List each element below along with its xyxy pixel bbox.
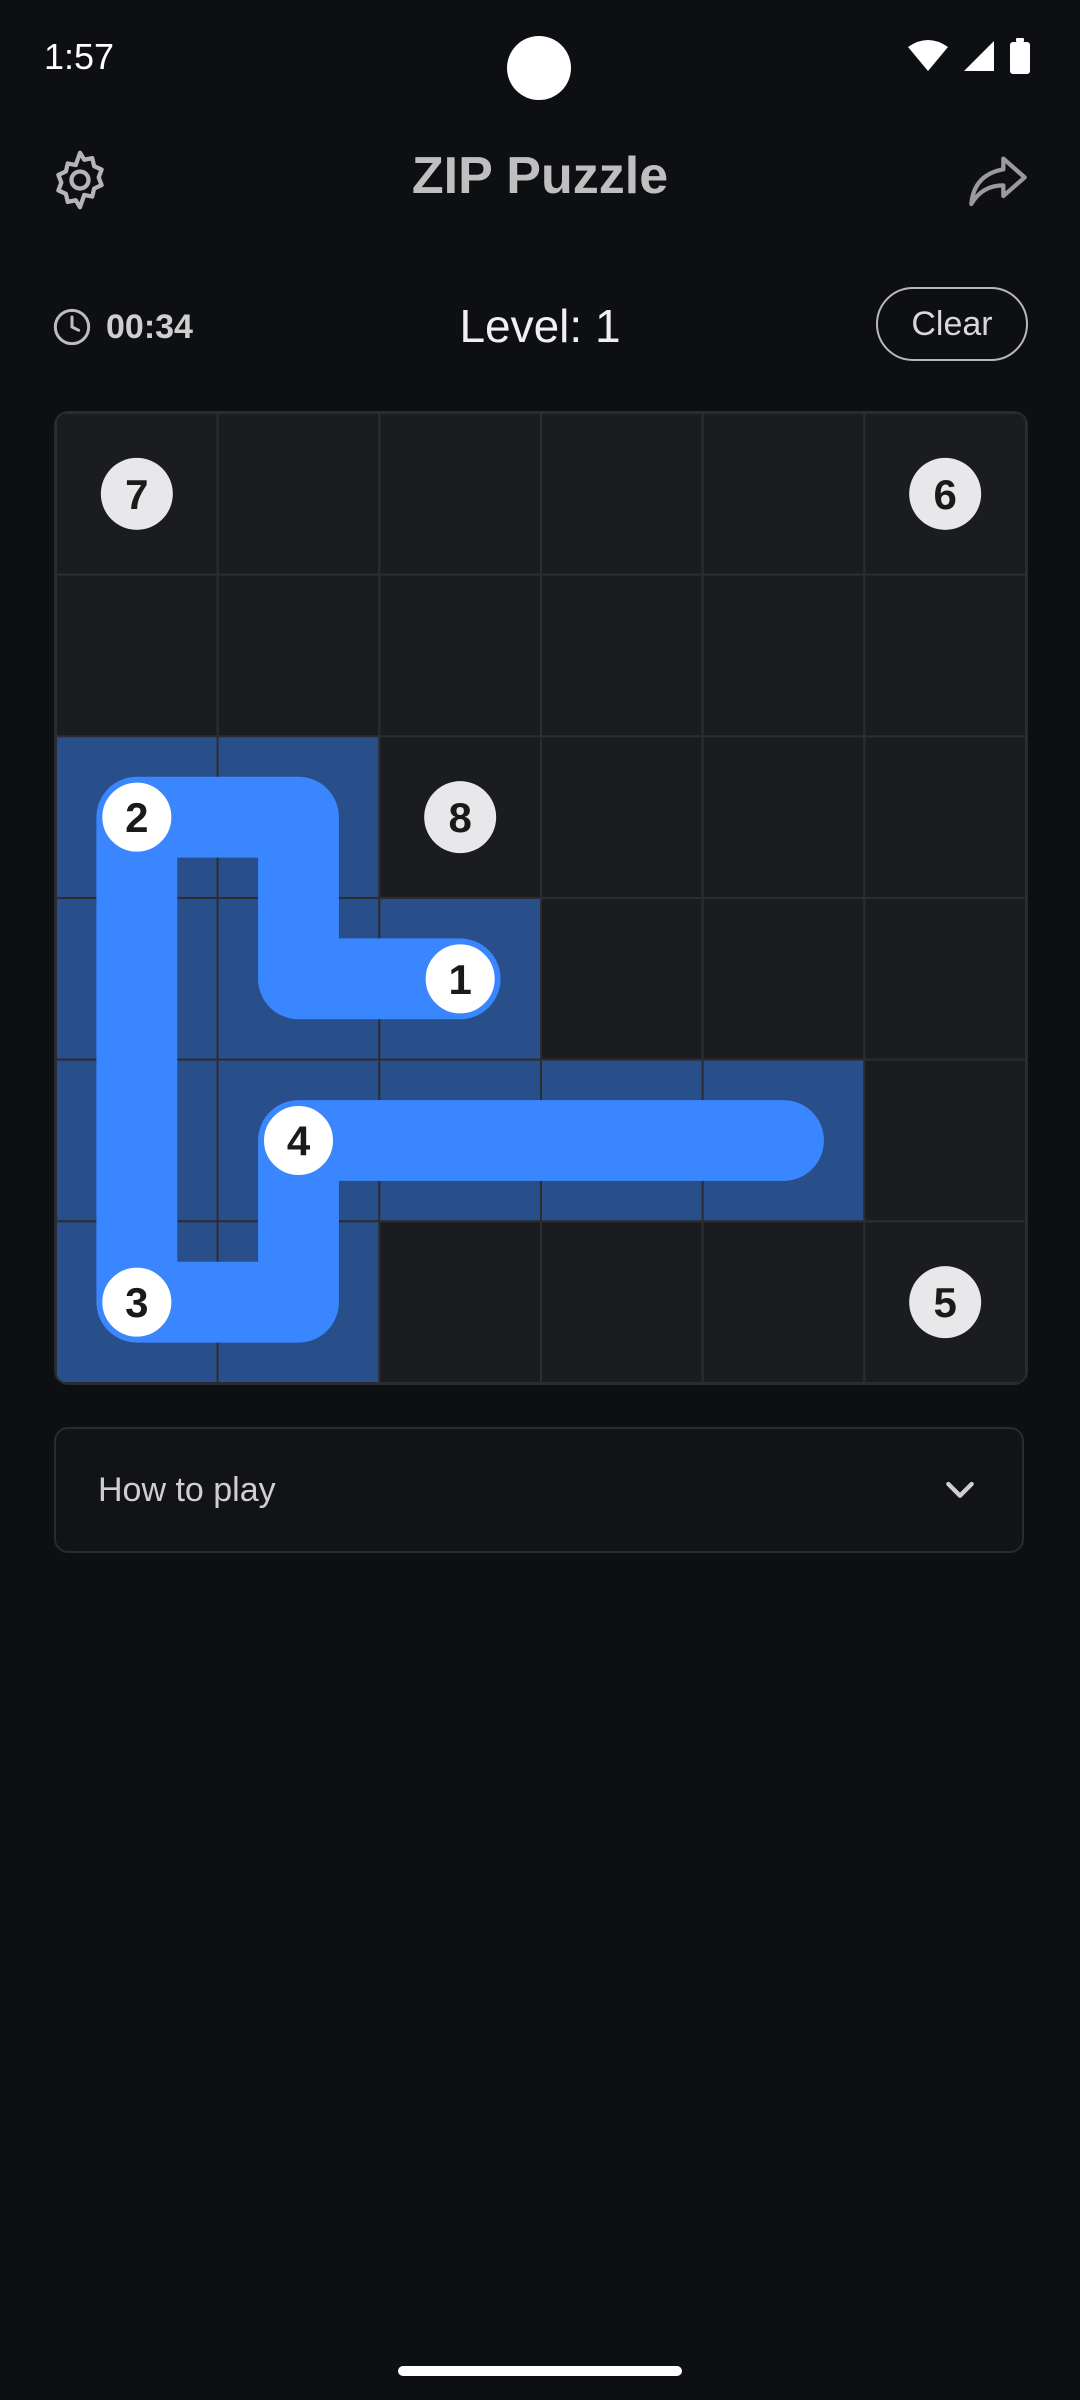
board-canvas[interactable]: 7 62 8143 5 [56,413,1026,1383]
grid-cell[interactable] [378,573,543,738]
number-badge-label: 1 [448,956,471,1003]
grid-cell[interactable] [701,413,866,576]
grid-cell[interactable] [540,413,704,576]
battery-icon [1010,38,1030,74]
number-badge-label: 4 [287,1118,311,1165]
grid-cell[interactable] [701,735,866,900]
number-badge-label: 7 [125,471,148,518]
number-badge-label: 8 [448,794,471,841]
number-badge-1: 1 [422,941,498,1017]
number-badge-8: 8 [424,781,497,854]
grid-cell[interactable] [863,735,1026,900]
number-badge-label: 5 [933,1279,956,1326]
grid-cell[interactable] [378,1220,543,1383]
grid-cell[interactable] [378,413,543,576]
number-badge-label: 2 [125,794,148,841]
page-title: ZIP Puzzle [411,147,669,205]
number-badge-3: 3 [99,1264,175,1340]
how-to-play-panel[interactable]: How to play [54,1427,1024,1553]
grid-cell[interactable] [540,735,704,900]
grid-cell[interactable] [863,573,1026,738]
grid-cell[interactable] [701,897,866,1061]
camera-cutout [507,36,571,100]
number-badge-4: 4 [261,1103,336,1178]
number-badge-5: 5 [909,1266,982,1339]
chevron-down-icon[interactable] [940,1469,980,1509]
signal-icon [964,41,994,71]
grid-cell[interactable] [540,897,704,1061]
share-icon[interactable] [966,148,1030,212]
status-time: 1:57 [44,36,115,77]
status-bar: 1:57 [0,0,1080,120]
home-indicator[interactable] [398,2366,682,2376]
grid-cell[interactable] [56,573,219,738]
wifi-icon [908,40,948,71]
app-header: ZIP Puzzle [0,130,1080,230]
number-badge-2: 2 [99,779,175,855]
grid-cell[interactable] [540,1220,704,1383]
puzzle-board[interactable]: 76281435 [54,411,1028,1385]
grid-cell[interactable] [216,573,381,738]
grid-cell[interactable] [863,1058,1026,1223]
grid-cell[interactable] [701,1220,866,1383]
number-badge-label: 6 [933,471,956,518]
status-icons [908,38,1030,74]
grid-cell[interactable] [863,897,1026,1061]
number-badge-7: 7 [100,457,173,530]
number-badge-label: 3 [125,1279,148,1326]
number-badge-6: 6 [909,457,982,530]
info-row: 00:34 Level: 1 Clear [0,285,1080,375]
how-to-play-label: How to play [98,1471,276,1509]
grid-cell[interactable] [216,413,381,576]
clear-button[interactable]: Clear [876,287,1028,361]
grid-cell[interactable] [701,573,866,738]
grid-cell[interactable] [540,573,704,738]
